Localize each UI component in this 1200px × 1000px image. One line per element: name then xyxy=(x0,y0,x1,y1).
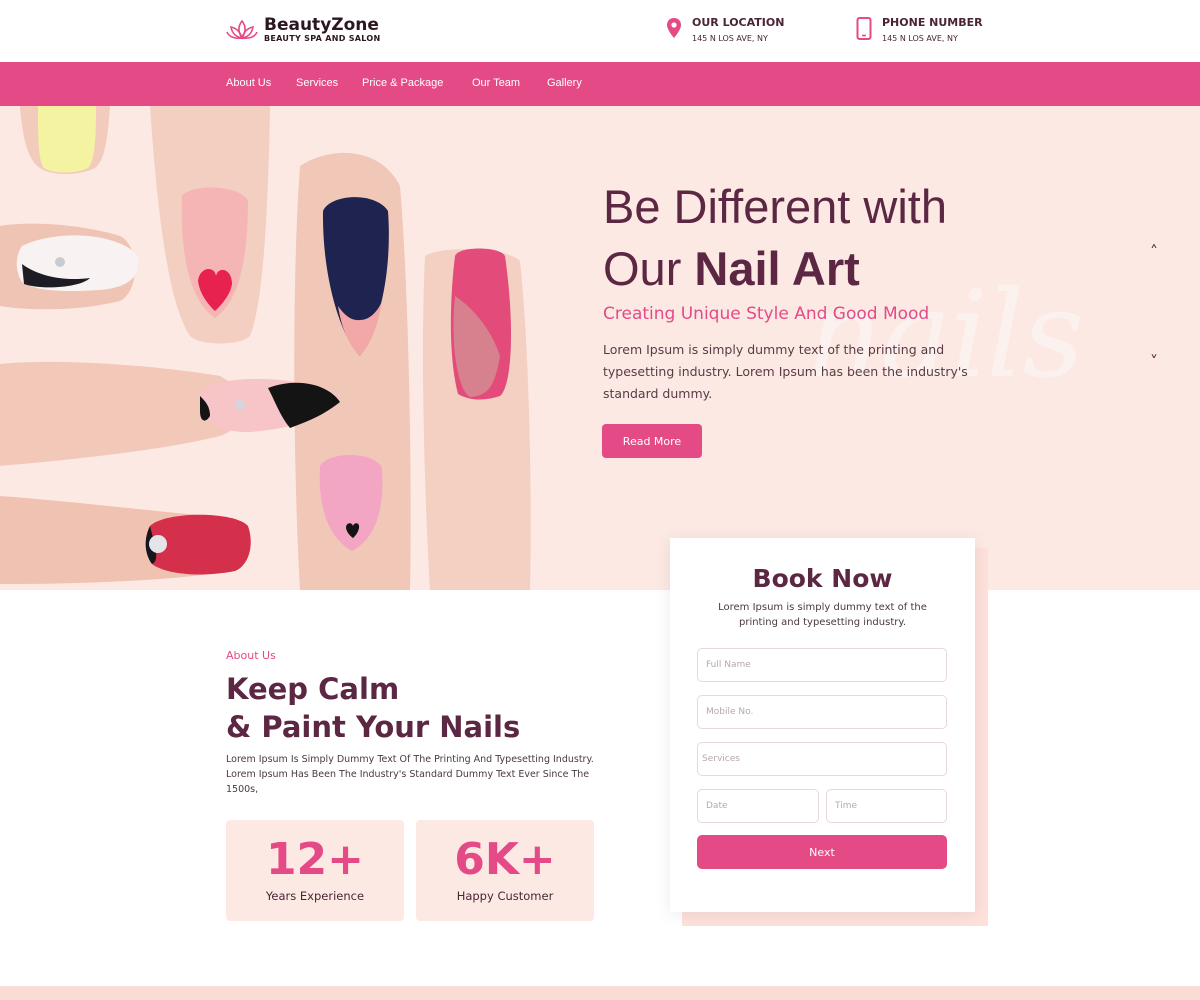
time-field[interactable]: Time xyxy=(826,789,947,823)
hero-title: Be Different with Our Nail Art xyxy=(603,176,947,300)
location-text: 145 N LOS AVE, NY xyxy=(692,34,768,43)
top-header: BeautyZone BEAUTY SPA AND SALON OUR LOCA… xyxy=(0,0,1200,62)
mobile-field[interactable]: Mobile No. xyxy=(697,695,947,729)
logo[interactable]: BeautyZone BEAUTY SPA AND SALON xyxy=(226,16,380,44)
hero-section: nails Be Different with Our Nail Art Cre… xyxy=(0,106,1200,590)
phone-contact: PHONE NUMBER 145 N LOS AVE, NY xyxy=(856,16,983,44)
nail-art-image xyxy=(0,106,531,590)
nav-gallery[interactable]: Gallery xyxy=(547,77,582,89)
brand-name: BeautyZone xyxy=(264,15,379,35)
read-more-button[interactable]: Read More xyxy=(602,424,702,458)
location-contact: OUR LOCATION 145 N LOS AVE, NY xyxy=(666,16,784,44)
next-section-edge xyxy=(0,986,1200,1000)
nav-about-us[interactable]: About Us xyxy=(226,77,271,89)
about-title-line2: & Paint Your Nails xyxy=(226,710,521,744)
phone-text: 145 N LOS AVE, NY xyxy=(882,34,958,43)
booking-description: Lorem Ipsum is simply dummy text of the … xyxy=(718,602,927,628)
hero-subtitle: Creating Unique Style And Good Mood xyxy=(603,304,930,324)
brand-tagline: BEAUTY SPA AND SALON xyxy=(264,34,381,43)
services-field[interactable]: Services xyxy=(697,742,947,776)
hero-title-bold: Nail Art xyxy=(694,242,860,295)
nav-our-team[interactable]: Our Team xyxy=(472,77,520,89)
lotus-icon xyxy=(226,19,258,40)
main-nav: About Us Services Price & Package Our Te… xyxy=(0,62,1200,106)
full-name-field[interactable]: Full Name xyxy=(697,648,947,682)
booking-title: Book Now xyxy=(752,564,893,593)
stat-years: 12+ Years Experience xyxy=(226,820,404,921)
stat-customers: 6K+ Happy Customer xyxy=(416,820,594,921)
hero-title-line2: Our Nail Art xyxy=(603,238,947,300)
stat-years-number: 12+ xyxy=(265,834,365,885)
nav-price-package[interactable]: Price & Package xyxy=(362,77,443,89)
stat-customers-number: 6K+ xyxy=(454,834,556,885)
hero-description: Lorem Ipsum is simply dummy text of the … xyxy=(603,342,968,401)
chevron-up-icon[interactable]: ˄ xyxy=(1150,242,1158,261)
phone-icon xyxy=(856,17,872,40)
chevron-down-icon[interactable]: ˅ xyxy=(1150,352,1158,371)
about-title-line1: Keep Calm xyxy=(226,672,400,706)
stat-years-label: Years Experience xyxy=(265,889,365,903)
location-title: OUR LOCATION xyxy=(692,16,785,29)
date-field[interactable]: Date xyxy=(697,789,819,823)
stat-customers-label: Happy Customer xyxy=(456,889,554,903)
about-text: Lorem Ipsum Is Simply Dummy Text Of The … xyxy=(226,754,594,795)
hero-title-plain: Our xyxy=(603,242,695,295)
nav-services[interactable]: Services xyxy=(296,77,338,89)
phone-title: PHONE NUMBER xyxy=(882,16,983,29)
hero-title-line1: Be Different with xyxy=(603,180,947,233)
booking-card: Book Now Lorem Ipsum is simply dummy tex… xyxy=(670,538,975,912)
next-button[interactable]: Next xyxy=(697,835,947,869)
about-label: About Us xyxy=(226,649,276,662)
about-title: Keep Calm & Paint Your Nails xyxy=(226,670,520,746)
map-pin-icon xyxy=(667,18,681,38)
